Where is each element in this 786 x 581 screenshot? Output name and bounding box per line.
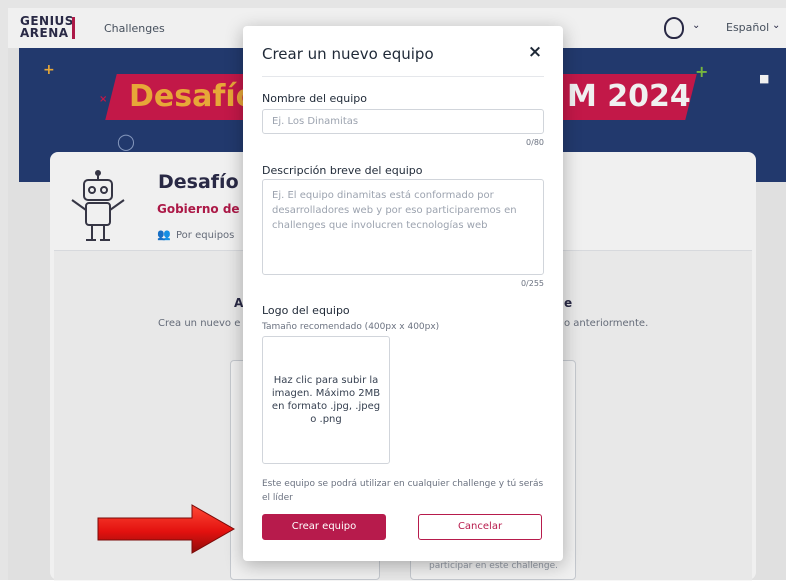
team-name-input[interactable] — [262, 109, 544, 134]
annotation-arrow-icon — [97, 504, 236, 554]
upload-instructions: Haz clic para subir la imagen. Máximo 2M… — [271, 375, 381, 425]
close-icon[interactable]: × — [525, 42, 545, 62]
create-team-button[interactable]: Crear equipo — [262, 514, 386, 540]
description-counter: 0/255 — [520, 279, 544, 288]
description-textarea[interactable] — [262, 179, 544, 275]
description-label: Descripción breve del equipo — [262, 164, 423, 177]
modal-divider — [262, 76, 544, 77]
team-info-text: Este equipo se podrá utilizar en cualqui… — [262, 479, 544, 503]
logo-size-hint: Tamaño recomendado (400px x 400px) — [262, 322, 440, 332]
logo-upload-dropzone[interactable]: Haz clic para subir la imagen. Máximo 2M… — [262, 336, 390, 464]
create-team-modal: Crear un nuevo equipo × Nombre del equip… — [243, 26, 563, 561]
team-name-counter: 0/80 — [526, 138, 544, 147]
cancel-button[interactable]: Cancelar — [418, 514, 542, 540]
team-name-label: Nombre del equipo — [262, 92, 367, 105]
logo-label: Logo del equipo — [262, 304, 350, 317]
modal-title: Crear un nuevo equipo — [262, 45, 434, 63]
